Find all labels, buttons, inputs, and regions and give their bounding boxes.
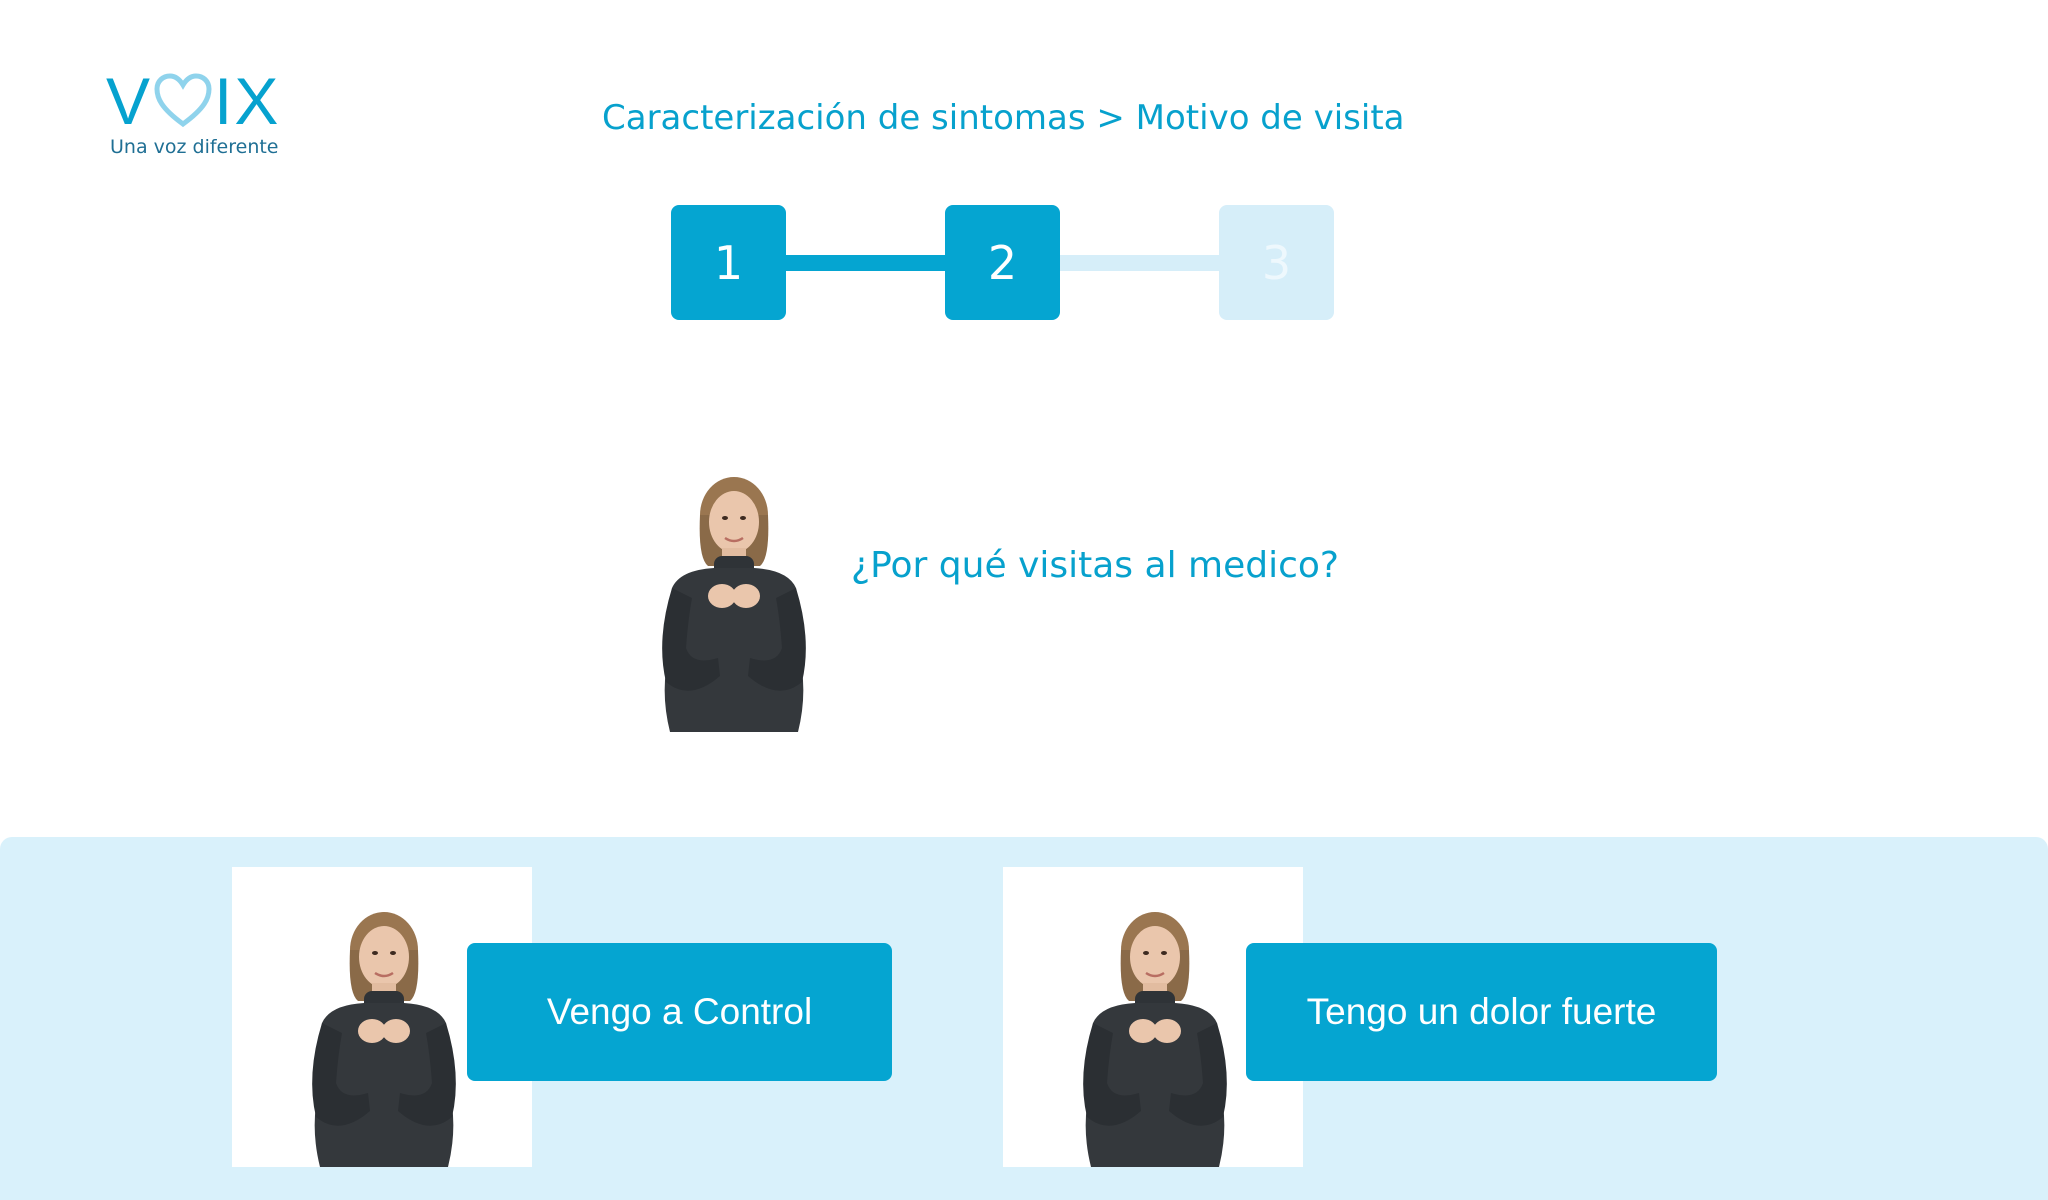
sign-language-interpreter-image [662, 477, 806, 732]
logo-letters-ix: IX [214, 64, 281, 138]
step-3: 3 [1219, 205, 1334, 320]
breadcrumb: Caracterización de sintomas > Motivo de … [602, 98, 1405, 138]
answers-panel: Vengo a Control Tengo un dolor fuerte [0, 837, 2048, 1200]
progress-stepper: 1 2 3 [671, 205, 1334, 320]
question-text: ¿Por qué visitas al medico? [851, 545, 1340, 586]
voix-logo: V IX Una voz diferente [106, 64, 286, 160]
step-connector-1-2 [786, 255, 945, 271]
answer-vengo-a-control-button[interactable]: Vengo a Control [467, 943, 892, 1081]
heart-icon [154, 73, 212, 128]
step-2: 2 [945, 205, 1060, 320]
answer-tengo-un-dolor-fuerte-button[interactable]: Tengo un dolor fuerte [1246, 943, 1717, 1081]
step-1: 1 [671, 205, 786, 320]
logo-tagline: Una voz diferente [110, 136, 279, 158]
logo-wordmark: V IX [106, 64, 281, 138]
logo-letter-v: V [106, 64, 153, 138]
step-connector-2-3 [1060, 255, 1219, 271]
